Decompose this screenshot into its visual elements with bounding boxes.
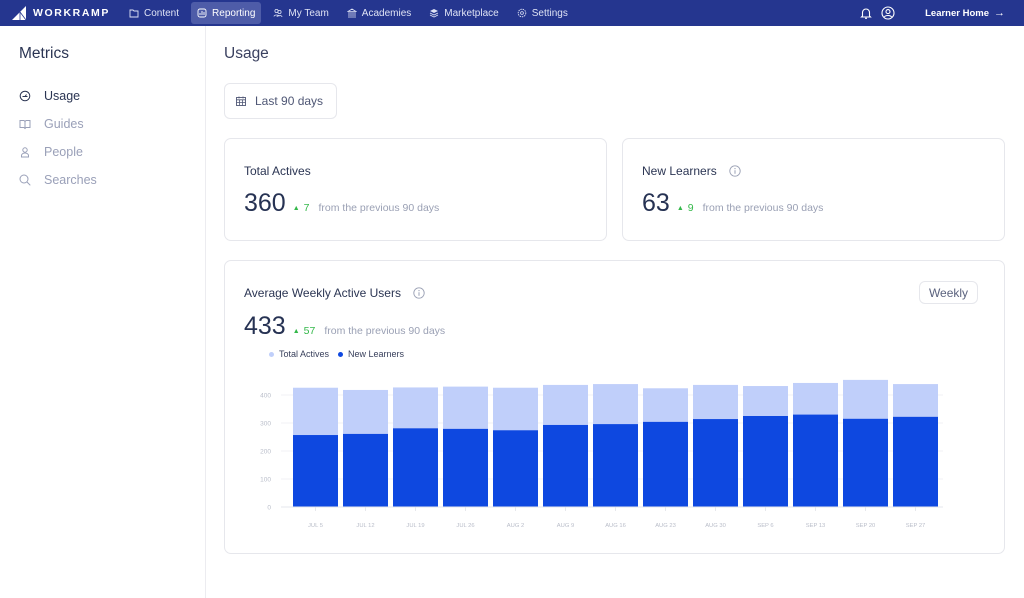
card-title-text: New Learners — [642, 164, 717, 178]
sidebar-item-usage[interactable]: Usage — [19, 89, 80, 103]
bar-new-learners — [843, 418, 888, 507]
nav-my-team[interactable]: My Team — [267, 2, 334, 24]
x-tick-label: SEP 27 — [906, 523, 926, 529]
x-tick-label: SEP 20 — [856, 523, 876, 529]
nav-right: Learner Home → — [859, 0, 1024, 26]
sidebar: Metrics Usage Guides People Searches — [0, 26, 206, 598]
arrow-right-icon: → — [994, 7, 1005, 19]
trend-up-icon: ▲ — [676, 205, 684, 212]
metric-row: 63 ▲ 9 from the previous 90 days — [642, 189, 823, 218]
metric-delta: ▲ 9 — [677, 202, 694, 214]
page-title: Usage — [224, 45, 269, 62]
nav-reporting-label: Reporting — [212, 7, 256, 19]
info-icon[interactable] — [729, 165, 741, 177]
metric-comparison: from the previous 90 days — [702, 202, 824, 214]
sidebar-item-label: Usage — [44, 89, 81, 103]
reporting-icon — [197, 8, 207, 18]
bar-new-learners — [693, 419, 738, 507]
nav-academies[interactable]: Academies — [341, 2, 417, 24]
y-tick-label: 300 — [260, 421, 271, 428]
nav-academies-label: Academies — [361, 7, 412, 19]
bar-chart: 0 100 200 300 400 JUL 5 JUL 12 JUL 19 JUL 26 AUG … — [260, 379, 943, 529]
y-tick-label: 200 — [260, 449, 271, 456]
bar-new-learners — [393, 428, 438, 507]
academy-icon — [346, 8, 357, 18]
bar-new-learners — [593, 424, 638, 507]
gear-icon — [517, 8, 526, 18]
gauge-icon — [19, 90, 31, 102]
calendar-icon — [236, 96, 246, 106]
total-actives-card: Total Actives 360 ▲ 7 from the previous 9… — [224, 138, 607, 241]
x-tick-label: JUL 5 — [308, 523, 323, 529]
x-tick-label: AUG 2 — [507, 523, 524, 529]
book-icon — [19, 120, 31, 130]
nav-settings-label: Settings — [531, 7, 568, 19]
bar-new-learners — [443, 428, 488, 507]
x-tick-label: SEP 13 — [806, 523, 826, 529]
nav-settings[interactable]: Settings — [511, 2, 574, 24]
workramp-logo-icon — [12, 6, 27, 21]
sidebar-item-label: People — [44, 145, 83, 159]
x-tick-label: JUL 26 — [456, 523, 474, 529]
metric-delta: ▲ 7 — [293, 202, 310, 214]
sidebar-item-guides[interactable]: Guides — [19, 117, 84, 131]
new-learners-card: New Learners 63 ▲ 9 from the previous 90 … — [622, 138, 1005, 241]
marketplace-icon — [430, 9, 439, 18]
card-title-text: Total Actives — [244, 164, 311, 178]
bar-new-learners — [343, 433, 388, 507]
bar-new-learners — [793, 414, 838, 507]
date-range-button[interactable]: Last 90 days — [224, 83, 337, 119]
weekly-active-users-card: Average Weekly Active Users Weekly 433 ▲… — [224, 260, 1005, 554]
nav-reporting[interactable]: Reporting — [191, 2, 262, 24]
bar-new-learners — [743, 416, 788, 507]
x-tick-label: AUG 16 — [605, 523, 626, 529]
learner-home-link[interactable]: Learner Home → — [925, 7, 1005, 19]
person-icon — [21, 147, 29, 158]
search-icon — [19, 174, 31, 186]
x-tick-label: SEP 6 — [757, 523, 773, 529]
bar-new-learners — [293, 435, 338, 507]
bar-new-learners — [493, 430, 538, 507]
sidebar-item-label: Searches — [44, 173, 97, 187]
x-tick-label: AUG 9 — [557, 523, 574, 529]
folder-icon — [129, 9, 139, 18]
metric-comparison: from the previous 90 days — [318, 202, 440, 214]
date-range-label: Last 90 days — [255, 94, 324, 108]
delta-value: 7 — [303, 202, 310, 214]
nav-content[interactable]: Content — [123, 2, 185, 24]
sidebar-title: Metrics — [19, 45, 69, 62]
metric-row: 360 ▲ 7 from the previous 90 days — [244, 189, 439, 218]
sidebar-item-searches[interactable]: Searches — [19, 173, 97, 187]
metric-value: 360 — [244, 189, 286, 217]
y-tick-label: 100 — [260, 477, 271, 484]
trend-up-icon: ▲ — [292, 205, 300, 212]
card-title: Total Actives — [244, 164, 311, 178]
bell-icon[interactable] — [859, 6, 873, 20]
x-tick-label: JUL 19 — [406, 523, 424, 529]
nav-marketplace-label: Marketplace — [444, 7, 499, 19]
x-tick-label: JUL 12 — [356, 523, 374, 529]
y-tick-label: 0 — [267, 505, 271, 512]
sidebar-item-label: Guides — [44, 117, 84, 131]
bar-new-learners — [643, 421, 688, 507]
x-tick-label: AUG 23 — [655, 523, 676, 529]
user-avatar-icon[interactable] — [881, 6, 895, 20]
bar-new-learners — [543, 424, 588, 507]
x-tick-label: AUG 30 — [705, 523, 726, 529]
delta-value: 9 — [687, 202, 694, 214]
metric-value: 63 — [642, 189, 670, 217]
bar-new-learners — [893, 416, 938, 507]
nav-my-team-label: My Team — [288, 7, 329, 19]
brand-name: WORKRAMP — [33, 7, 110, 19]
top-nav: WORKRAMP Content Reporting My Team Acade… — [0, 0, 1024, 26]
learner-home-label: Learner Home — [925, 7, 989, 19]
y-tick-label: 400 — [260, 393, 271, 400]
workramp-logo[interactable]: WORKRAMP — [11, 5, 123, 21]
sidebar-item-people[interactable]: People — [19, 145, 83, 159]
nav-marketplace[interactable]: Marketplace — [423, 2, 504, 24]
team-icon — [273, 8, 283, 18]
nav-content-label: Content — [144, 7, 180, 19]
card-title: New Learners — [642, 164, 741, 178]
